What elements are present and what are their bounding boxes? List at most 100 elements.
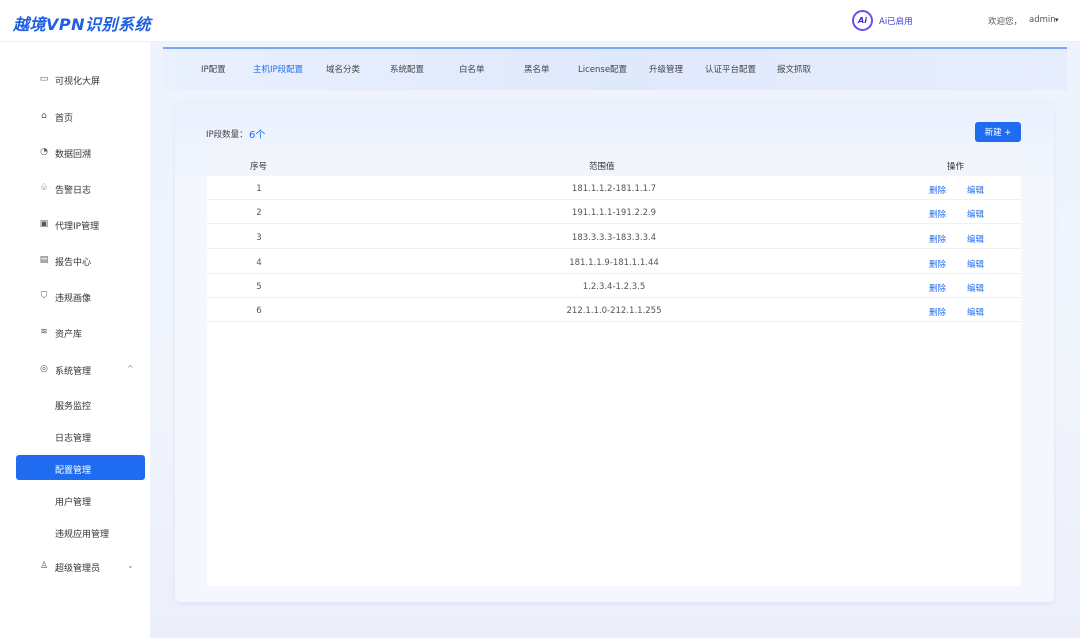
tab-ip-config[interactable]: IP配置 xyxy=(201,63,226,75)
monitor-icon: ▭ xyxy=(39,74,49,84)
top-bar: 越境VPN识别系统 Ai Ai已启用 欢迎您， admin ▾ xyxy=(0,0,1080,42)
sidebar-item-label: 系统管理 xyxy=(55,367,92,377)
table-header: 序号 范围值 操作 xyxy=(207,152,1021,176)
tab-bar: IP配置 主机IP段配置 域名分类 系统配置 白名单 黑名单 License配置… xyxy=(163,47,1067,90)
edit-link[interactable]: 编辑 xyxy=(967,208,984,220)
user-menu[interactable]: admin xyxy=(1029,15,1056,25)
screen-icon: ▣ xyxy=(39,219,49,229)
edit-link[interactable]: 编辑 xyxy=(967,282,984,294)
shield-icon: ⛉ xyxy=(40,291,48,301)
table-row: 2 191.1.1.1-191.2.2.9 删除 编辑 xyxy=(207,200,1021,224)
ip-range-card: IP段数量： 6个 新建 + 序号 范围值 操作 1 181.1.1.2-181… xyxy=(175,102,1054,602)
ai-logo-icon[interactable]: Ai xyxy=(852,10,873,31)
sidebar-item-label: 超级管理员 xyxy=(55,564,101,574)
column-header-index: 序号 xyxy=(250,162,268,172)
sidebar-subitem-label: 配置管理 xyxy=(55,466,92,476)
sidebar-subitem-config-management[interactable]: 配置管理 xyxy=(16,455,145,480)
sidebar-item-dashboard[interactable]: ▭ 可视化大屏 xyxy=(0,66,150,92)
tab-packet-capture[interactable]: 报文抓取 xyxy=(777,63,811,75)
user-admin-icon: ♙ xyxy=(39,561,49,571)
row-index: 6 xyxy=(256,306,262,316)
delete-link[interactable]: 删除 xyxy=(929,233,946,245)
ip-range-count-label: IP段数量： xyxy=(206,130,248,140)
ip-range-table: 序号 范围值 操作 1 181.1.1.2-181.1.1.7 删除 编辑 2 … xyxy=(207,152,1021,586)
row-index: 5 xyxy=(256,282,262,292)
row-range: 191.1.1.1-191.2.2.9 xyxy=(571,208,657,218)
row-range: 212.1.1.0-212.1.1.255 xyxy=(566,306,662,316)
row-index: 4 xyxy=(256,258,262,268)
ai-status-text[interactable]: Ai已启用 xyxy=(879,15,913,27)
welcome-text: 欢迎您， xyxy=(988,17,1023,27)
table-row: 6 212.1.1.0-212.1.1.255 删除 编辑 xyxy=(207,298,1021,322)
row-range: 181.1.1.9-181.1.1.44 xyxy=(569,258,659,268)
column-header-actions: 操作 xyxy=(947,162,965,172)
column-header-range: 范围值 xyxy=(589,162,615,172)
chevron-down-icon: ⌄ xyxy=(127,561,134,570)
sidebar-subitem-label: 日志管理 xyxy=(55,434,92,444)
row-range: 183.3.3.3-183.3.3.4 xyxy=(571,233,657,243)
layers-icon: ≋ xyxy=(40,327,48,337)
sidebar-item-label: 数据回溯 xyxy=(55,150,92,160)
edit-link[interactable]: 编辑 xyxy=(967,184,984,196)
tab-domain-category[interactable]: 域名分类 xyxy=(326,63,360,75)
tab-license-config[interactable]: License配置 xyxy=(578,63,627,75)
new-button[interactable]: 新建 + xyxy=(975,122,1021,142)
edit-link[interactable]: 编辑 xyxy=(967,233,984,245)
chevron-up-icon: ^ xyxy=(127,364,134,373)
table-row: 3 183.3.3.3-183.3.3.4 删除 编辑 xyxy=(207,225,1021,249)
sidebar-item-label: 告警日志 xyxy=(55,186,92,196)
delete-link[interactable]: 删除 xyxy=(929,306,946,318)
sidebar-subitem-user-management[interactable]: 用户管理 xyxy=(16,487,145,512)
sidebar-item-label: 可视化大屏 xyxy=(55,77,101,87)
delete-link[interactable]: 删除 xyxy=(929,258,946,270)
edit-link[interactable]: 编辑 xyxy=(967,258,984,270)
sidebar-subitem-label: 违规应用管理 xyxy=(55,530,110,540)
pie-chart-icon: ◔ xyxy=(40,147,48,157)
sidebar-subitem-label: 用户管理 xyxy=(55,498,92,508)
sidebar-item-label: 报告中心 xyxy=(55,258,92,268)
ip-range-count-value: 6个 xyxy=(249,130,266,141)
sidebar-item-alarm-log[interactable]: ♧ 告警日志 xyxy=(0,175,150,201)
row-range: 181.1.1.2-181.1.1.7 xyxy=(571,184,657,194)
sidebar-subitem-service-monitor[interactable]: 服务监控 xyxy=(16,391,145,416)
sidebar-subitem-label: 服务监控 xyxy=(55,402,92,412)
tab-system-config[interactable]: 系统配置 xyxy=(390,63,424,75)
row-index: 2 xyxy=(256,208,262,218)
row-index: 1 xyxy=(256,184,262,194)
sidebar: ▭ 可视化大屏 ⌂ 首页 ◔ 数据回溯 ♧ 告警日志 ▣ 代理IP管理 ▤ 报告… xyxy=(0,42,150,638)
tab-upgrade[interactable]: 升级管理 xyxy=(649,63,683,75)
main-content: IP配置 主机IP段配置 域名分类 系统配置 白名单 黑名单 License配置… xyxy=(150,42,1080,638)
delete-link[interactable]: 删除 xyxy=(929,208,946,220)
sidebar-item-data-trace[interactable]: ◔ 数据回溯 xyxy=(0,139,150,165)
table-row: 4 181.1.1.9-181.1.1.44 删除 编辑 xyxy=(207,250,1021,274)
sidebar-item-super-admin[interactable]: ♙ 超级管理员 ⌄ xyxy=(0,553,150,579)
tab-whitelist[interactable]: 白名单 xyxy=(459,63,485,75)
edit-link[interactable]: 编辑 xyxy=(967,306,984,318)
sidebar-subitem-log-management[interactable]: 日志管理 xyxy=(16,423,145,448)
tab-auth-platform[interactable]: 认证平台配置 xyxy=(705,63,756,75)
sidebar-item-label: 代理IP管理 xyxy=(55,222,100,232)
report-icon: ▤ xyxy=(39,255,49,265)
delete-link[interactable]: 删除 xyxy=(929,282,946,294)
sidebar-item-home[interactable]: ⌂ 首页 xyxy=(0,103,150,129)
table-row: 5 1.2.3.4-1.2.3.5 删除 编辑 xyxy=(207,274,1021,298)
sidebar-item-label: 违规画像 xyxy=(55,294,92,304)
table-row: 1 181.1.1.2-181.1.1.7 删除 编辑 xyxy=(207,176,1021,200)
sidebar-subitem-violation-apps[interactable]: 违规应用管理 xyxy=(16,519,145,544)
tab-blacklist[interactable]: 黑名单 xyxy=(524,63,550,75)
row-index: 3 xyxy=(256,233,262,243)
sidebar-item-label: 资产库 xyxy=(55,330,83,340)
sidebar-item-violation-profile[interactable]: ⛉ 违规画像 xyxy=(0,283,150,309)
alarm-icon: ♧ xyxy=(39,183,49,193)
sidebar-item-reports[interactable]: ▤ 报告中心 xyxy=(0,247,150,273)
gear-icon: ◎ xyxy=(40,364,48,374)
sidebar-item-assets[interactable]: ≋ 资产库 xyxy=(0,319,150,345)
row-range: 1.2.3.4-1.2.3.5 xyxy=(582,282,646,292)
sidebar-item-proxy-ip[interactable]: ▣ 代理IP管理 xyxy=(0,211,150,237)
sidebar-item-system-admin[interactable]: ◎ 系统管理 ^ xyxy=(0,356,150,382)
delete-link[interactable]: 删除 xyxy=(929,184,946,196)
app-title: 越境VPN识别系统 xyxy=(13,15,152,34)
chevron-down-icon[interactable]: ▾ xyxy=(1055,16,1059,24)
tab-host-ip-range[interactable]: 主机IP段配置 xyxy=(253,63,303,75)
sidebar-item-label: 首页 xyxy=(55,114,74,124)
